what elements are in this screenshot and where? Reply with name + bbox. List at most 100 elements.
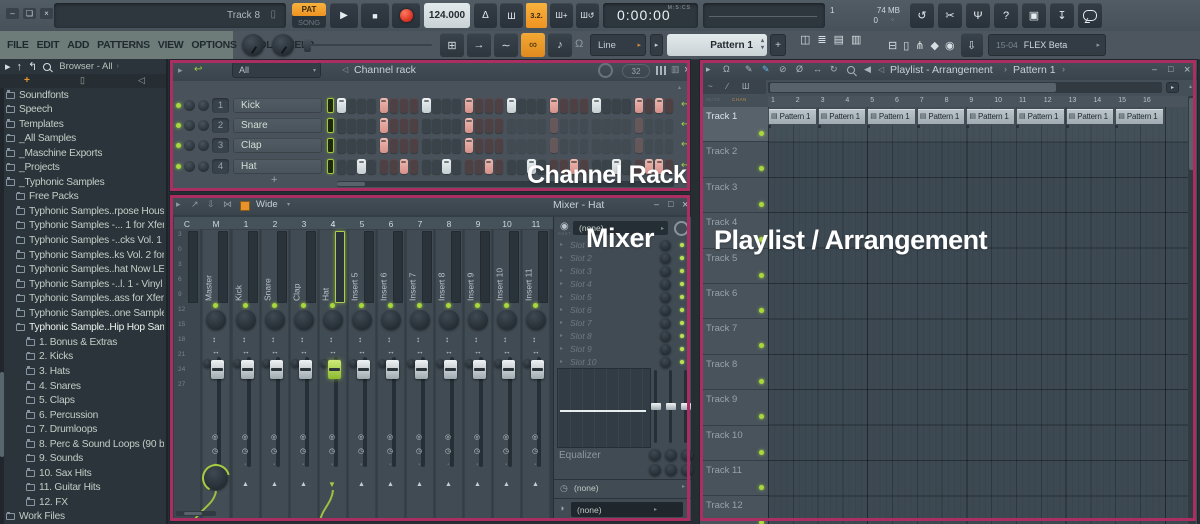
browser-item[interactable]: _All Samples <box>6 132 76 146</box>
mixer-strip[interactable]: Insert 10 ↕ ↔ ◎ ◷ · ▲ <box>493 229 521 519</box>
step-cell[interactable] <box>432 118 441 133</box>
stereo-sep-icon[interactable]: ↕ <box>416 336 420 344</box>
mixer-strip-selected[interactable]: Hat ↕ ↔ ◎ ◷ · ▼ <box>319 229 347 519</box>
pan-arrows-icon[interactable]: ↔ <box>503 348 511 356</box>
mixer-strip-number[interactable]: 9 <box>464 219 492 229</box>
main-volume-knob[interactable] <box>242 34 264 56</box>
browser-item[interactable]: 11. Guitar Hits <box>26 481 101 495</box>
browser-item[interactable]: 12. FX <box>26 495 68 509</box>
strip-led[interactable] <box>504 303 509 308</box>
record-dot[interactable]: · <box>302 461 304 468</box>
step-cell[interactable] <box>622 118 631 133</box>
step-cell[interactable] <box>664 98 674 113</box>
step-cell[interactable] <box>569 118 579 133</box>
step-cell[interactable] <box>494 138 504 153</box>
track-led[interactable] <box>759 166 764 172</box>
step-cell[interactable] <box>484 98 494 113</box>
pan-knob[interactable] <box>352 310 372 330</box>
tap-tempo-icon[interactable]: ◫ <box>800 33 810 46</box>
step-cell[interactable] <box>507 118 516 133</box>
step-cell[interactable] <box>507 159 516 174</box>
step-cell[interactable] <box>517 118 526 133</box>
strip-led[interactable] <box>272 303 277 308</box>
slip-icon[interactable]: ↔ <box>813 64 822 74</box>
mute-icon[interactable]: Ø <box>796 64 803 74</box>
strip-led[interactable] <box>446 303 451 308</box>
mixer-strip[interactable]: Master ↕ ↔ ◎ ◷ · <box>202 229 230 519</box>
playlist-track-header[interactable]: Track 11 <box>700 461 768 497</box>
typing-to-piano-button[interactable]: Ш+ <box>550 3 573 28</box>
step-cell[interactable] <box>664 159 674 174</box>
pan-knob[interactable] <box>265 310 285 330</box>
stereo-icon[interactable]: ◎ <box>358 434 364 441</box>
scroll-up-icon[interactable]: ▴ <box>1189 83 1192 90</box>
stereo-sep-icon[interactable]: ↕ <box>474 336 478 344</box>
volume-fader[interactable] <box>211 360 224 379</box>
clock-icon[interactable]: ◷ <box>387 448 393 455</box>
playlist-hscrollbar-thumb[interactable] <box>770 83 1056 92</box>
browser-item[interactable]: 2. Kicks <box>26 350 73 364</box>
channel-vol-knob[interactable] <box>198 140 209 151</box>
pan-knob[interactable] <box>206 310 226 330</box>
browser-item[interactable]: Typhonic Samples..one Samples Vol. 1 <box>16 306 164 320</box>
step-cell[interactable] <box>346 118 356 133</box>
strip-led[interactable] <box>301 303 306 308</box>
maximize-icon[interactable]: □ <box>1168 64 1173 74</box>
step-cell[interactable] <box>366 159 376 174</box>
browser-item[interactable]: Typhonic Samples..hat Now LE Bundle <box>16 263 164 277</box>
step-cell[interactable] <box>422 98 431 113</box>
fx-slot[interactable]: ▸ Slot 2 <box>554 252 691 265</box>
track-led[interactable] <box>759 414 764 420</box>
step-cell[interactable] <box>432 98 441 113</box>
pan-knob[interactable] <box>526 310 546 330</box>
step-cell[interactable] <box>579 118 589 133</box>
strip-led[interactable] <box>330 303 335 308</box>
pat-song-toggle[interactable]: PAT SONG <box>292 3 326 28</box>
browser-item[interactable]: 10. Sax Hits <box>26 466 92 480</box>
typing-keyboard-icon[interactable]: ⊞ <box>440 33 464 57</box>
pattern-clip[interactable]: ▤ Pattern 1 <box>867 108 916 127</box>
browser-item[interactable]: Typhonic Samples..ks Vol. 2 for KICK2 <box>16 248 164 262</box>
flex-preset-selector[interactable]: 15-04 FLEX Beta ▸ <box>988 34 1106 56</box>
browser-item[interactable]: 7. Drumloops <box>26 423 97 437</box>
pattern-clip[interactable]: ▤ Pattern 1 <box>817 108 867 127</box>
step-cell[interactable] <box>559 118 569 133</box>
mixer-strip-number[interactable]: 11 <box>522 219 550 229</box>
file-icon[interactable]: ▯ <box>903 33 909 57</box>
track-led[interactable] <box>759 237 764 243</box>
mixer-strip-number[interactable]: M <box>202 219 230 229</box>
clock-icon[interactable]: ◷ <box>445 448 451 455</box>
fx-slot-knob[interactable] <box>660 331 671 342</box>
pat-mode-button[interactable]: PAT <box>292 3 326 16</box>
step-cell[interactable] <box>654 159 664 174</box>
browser-item[interactable]: 5. Claps <box>26 394 75 408</box>
mixer-strip-number[interactable]: 6 <box>377 219 405 229</box>
channel-swing-icon[interactable]: ↩ <box>681 99 689 110</box>
eq-knob[interactable] <box>649 449 661 461</box>
back-icon[interactable]: ↰ <box>28 60 37 73</box>
mic-button[interactable]: Ψ <box>966 3 990 28</box>
menu-options[interactable]: OPTIONS <box>191 39 236 51</box>
step-cell[interactable] <box>464 118 474 133</box>
step-cell[interactable] <box>494 98 504 113</box>
shuffle-slider[interactable] <box>302 44 432 46</box>
step-cell[interactable] <box>507 98 516 113</box>
eq-knob[interactable] <box>665 464 677 476</box>
step-cell[interactable] <box>537 138 546 153</box>
route-arrow-icon[interactable]: ▲ <box>358 481 365 488</box>
fx-slot-led[interactable] <box>680 269 684 273</box>
search-icon[interactable] <box>43 62 52 71</box>
step-cell[interactable] <box>634 138 644 153</box>
pan-arrows-icon[interactable]: ↔ <box>300 348 308 356</box>
stereo-icon[interactable]: ◎ <box>387 434 393 441</box>
rack-scrollbar-thumb[interactable] <box>337 182 365 186</box>
mixer-strip-number[interactable]: 1 <box>232 219 260 229</box>
pan-arrows-icon[interactable]: ↔ <box>242 348 250 356</box>
pan-arrows-icon[interactable]: ↔ <box>445 348 453 356</box>
mixer-strip[interactable]: Insert 5 ↕ ↔ ◎ ◷ · ▲ <box>348 229 376 519</box>
route-arrow-icon[interactable]: ▲ <box>242 481 249 488</box>
pan-knob[interactable] <box>439 310 459 330</box>
channel-selector-led[interactable] <box>327 98 334 113</box>
countdown-button[interactable]: 3.2. <box>526 3 547 28</box>
step-cell[interactable] <box>592 138 601 153</box>
